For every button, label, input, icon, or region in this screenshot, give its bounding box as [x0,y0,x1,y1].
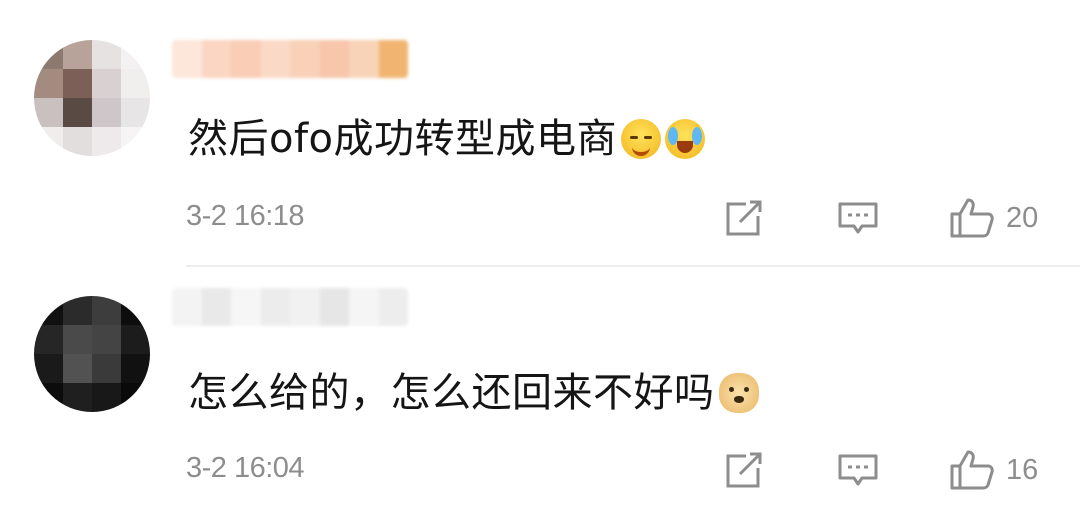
mosaic-cell [92,325,121,354]
mosaic-cell [172,40,202,78]
like-count: 20 [1006,201,1039,234]
mosaic-cell [349,40,379,78]
mosaic-cell [260,288,290,326]
mosaic-cell [92,383,121,412]
reply-button[interactable] [836,196,880,240]
mosaic-cell [63,325,92,354]
mosaic-cell [231,288,261,326]
thumbs-up-icon [950,450,994,490]
comment-meta: 3-2 16:04 16 [0,448,1080,492]
share-icon [726,452,762,488]
comment-icon [838,454,878,486]
mosaic-cell [92,296,121,325]
mosaic-cell [121,296,150,325]
mosaic-cell [201,40,231,78]
like-count: 16 [1006,453,1039,486]
comment-item: 怎么给的，怎么还回来不好吗 3-2 16:04 16 [0,266,1080,513]
mosaic-cell [121,69,150,98]
mosaic-cell [92,354,121,383]
mosaic-cell [121,98,150,127]
sweat-smile-emoji [621,119,662,159]
mosaic-cell [92,40,121,69]
mosaic-cell [63,40,92,69]
mosaic-cell [290,288,320,326]
comment-text: 然后ofo成功转型成电商 [188,114,706,164]
doge-emoji [718,373,759,413]
mosaic-cell [121,40,150,69]
reply-button[interactable] [836,448,880,492]
mosaic-cell [63,98,92,127]
mosaic-cell [172,288,202,326]
mosaic-cell [319,288,349,326]
avatar-mosaic [34,40,150,156]
mosaic-cell [231,40,261,78]
mosaic-cell [201,288,231,326]
mosaic-cell [319,40,349,78]
mosaic-cell [378,40,408,78]
mosaic-cell [121,383,150,412]
mosaic-cell [349,288,379,326]
like-button[interactable]: 20 [948,196,1038,240]
comment-text-content: 然后ofo成功转型成电商 [188,116,618,162]
mosaic-cell [92,98,121,127]
mosaic-cell [63,69,92,98]
mosaic-cell [92,127,121,156]
mosaic-cell [63,354,92,383]
mosaic-cell [34,127,63,156]
username-blurred[interactable] [172,40,408,78]
mosaic-cell [121,127,150,156]
mosaic-cell [121,325,150,354]
share-button[interactable] [722,448,766,492]
mosaic-cell [34,98,63,127]
avatar-mosaic [34,296,150,412]
comment-time: 3-2 16:04 [186,452,305,484]
mosaic-cell [260,40,290,78]
mosaic-cell [92,69,121,98]
mosaic-cell [34,69,63,98]
crying-laughing-emoji [665,119,706,159]
mosaic-cell [34,383,63,412]
comment-time: 3-2 16:18 [186,200,305,232]
comment-item: 然后ofo成功转型成电商 3-2 16:18 20 [0,0,1080,266]
mosaic-cell [121,354,150,383]
mosaic-cell [290,40,320,78]
comment-text: 怎么给的，怎么还回来不好吗 [188,368,759,418]
avatar[interactable] [34,40,150,156]
comment-icon [838,202,878,234]
like-button[interactable]: 16 [948,448,1038,492]
share-button[interactable] [722,196,766,240]
mosaic-cell [34,296,63,325]
share-icon [726,200,762,236]
mosaic-cell [63,127,92,156]
mosaic-cell [34,40,63,69]
comment-text-content: 怎么给的，怎么还回来不好吗 [188,370,715,416]
mosaic-cell [34,325,63,354]
comment-meta: 3-2 16:18 20 [0,196,1080,240]
thumbs-up-icon [950,198,994,238]
avatar[interactable] [34,296,150,412]
mosaic-cell [63,296,92,325]
mosaic-cell [378,288,408,326]
username-blurred[interactable] [172,288,408,326]
mosaic-cell [34,354,63,383]
mosaic-cell [63,383,92,412]
